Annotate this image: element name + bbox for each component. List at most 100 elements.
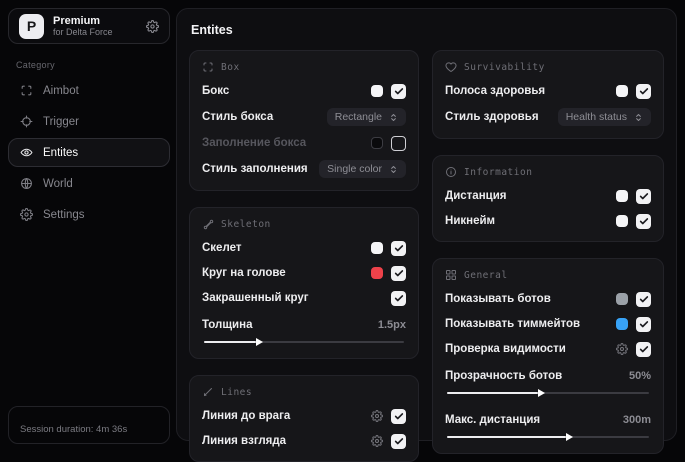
app-logo: P <box>19 13 44 39</box>
grid-icon <box>445 269 457 281</box>
chevrons-up-down-icon <box>634 113 643 122</box>
app-subtitle: for Delta Force <box>53 27 113 38</box>
setting-row-health-bar: Полоса здоровья <box>445 83 651 99</box>
general-section: General Показывать ботов Показывать тимм… <box>432 258 664 454</box>
checkbox[interactable] <box>391 83 407 99</box>
setting-label: Показывать тиммейтов <box>445 318 581 330</box>
checkbox[interactable] <box>391 135 407 151</box>
checkbox[interactable] <box>391 265 407 281</box>
crosshair-icon <box>20 115 33 128</box>
setting-label: Макс. дистанция <box>445 414 541 426</box>
color-swatch[interactable] <box>616 215 628 227</box>
session-duration-label: Session duration: 4m 36s <box>20 423 128 435</box>
sidebar-item-label: Trigger <box>43 115 79 128</box>
color-swatch[interactable] <box>371 267 384 279</box>
color-swatch[interactable] <box>616 190 628 202</box>
chevrons-up-down-icon <box>389 165 398 174</box>
premium-meta: Premium for Delta Force <box>53 15 137 38</box>
fill-style-select[interactable]: Single color <box>319 160 407 178</box>
health-style-select[interactable]: Health status <box>557 108 651 126</box>
checkbox[interactable] <box>636 213 651 229</box>
sidebar-item-entities[interactable]: Entites <box>8 138 170 167</box>
sidebar-nav: Aimbot Trigger Entites World Settings <box>8 76 170 229</box>
page-title: Entites <box>191 23 233 37</box>
color-swatch[interactable] <box>371 137 384 149</box>
checkbox[interactable] <box>391 408 407 424</box>
scan-icon <box>20 84 33 97</box>
box-section: Box Бокс Стиль бокса Rectangle Заполнени… <box>189 50 420 191</box>
section-title: General <box>464 269 508 281</box>
setting-label: Скелет <box>202 242 242 254</box>
setting-label: Заполнение бокса <box>202 137 307 149</box>
thickness-slider-block: Толщина 1.5px <box>202 317 406 346</box>
thickness-slider[interactable] <box>204 341 405 343</box>
gear-icon[interactable] <box>146 19 159 33</box>
setting-label: Проверка видимости <box>445 343 566 355</box>
color-swatch[interactable] <box>371 242 384 254</box>
sidebar-item-world[interactable]: World <box>8 169 170 198</box>
setting-label: Прозрачность ботов <box>445 370 563 382</box>
setting-label: Круг на голове <box>202 267 286 279</box>
bot-opacity-slider[interactable] <box>447 392 649 394</box>
setting-label: Никнейм <box>445 215 496 227</box>
setting-row-fill-style: Стиль заполнения Single color <box>202 160 407 178</box>
gear-icon <box>20 208 33 221</box>
sidebar-item-trigger[interactable]: Trigger <box>8 107 170 136</box>
pencil-icon <box>202 386 214 398</box>
sidebar-item-label: World <box>43 177 73 190</box>
color-swatch[interactable] <box>371 85 384 97</box>
setting-row-skeleton: Скелет <box>202 240 407 256</box>
select-value: Rectangle <box>334 111 383 123</box>
setting-label: Толщина <box>202 319 253 331</box>
sidebar-item-settings[interactable]: Settings <box>8 200 170 229</box>
eye-icon <box>20 146 33 159</box>
color-swatch[interactable] <box>616 85 628 97</box>
info-icon <box>445 166 457 178</box>
slider-fill <box>447 436 567 438</box>
checkbox[interactable] <box>636 188 651 204</box>
sidebar-item-label: Settings <box>43 208 85 221</box>
setting-label: Дистанция <box>445 190 507 202</box>
section-title: Skeleton <box>221 218 271 230</box>
max-distance-slider-block: Макс. дистанция 300m <box>445 412 651 441</box>
main-panel: Entites Box Бокс Стиль бокса Rectangle З… <box>176 8 677 462</box>
color-swatch[interactable] <box>616 293 628 305</box>
setting-label: Стиль здоровья <box>445 111 539 123</box>
gear-icon[interactable] <box>616 343 628 355</box>
chevrons-up-down-icon <box>389 113 398 122</box>
box-style-select[interactable]: Rectangle <box>326 108 407 126</box>
checkbox[interactable] <box>636 291 651 307</box>
setting-label: Линия взгляда <box>202 435 287 447</box>
setting-row-show-teammates: Показывать тиммейтов <box>445 316 651 332</box>
checkbox[interactable] <box>391 433 407 449</box>
checkbox[interactable] <box>636 341 651 357</box>
setting-label: Линия до врага <box>202 410 291 422</box>
color-swatch[interactable] <box>616 318 628 330</box>
setting-row-box-style: Стиль бокса Rectangle <box>202 108 407 126</box>
setting-label: Стиль заполнения <box>202 163 308 175</box>
checkbox[interactable] <box>391 240 407 256</box>
setting-row-box: Бокс <box>202 83 407 99</box>
setting-label: Полоса здоровья <box>445 85 546 97</box>
slider-fill <box>447 392 538 394</box>
setting-row-nickname: Никнейм <box>445 213 651 229</box>
setting-row-head-circle: Круг на голове <box>202 265 407 281</box>
setting-row-vision-line: Линия взгляда <box>202 433 407 449</box>
gear-icon[interactable] <box>371 410 384 422</box>
setting-row-health-style: Стиль здоровья Health status <box>445 108 651 126</box>
max-distance-slider[interactable] <box>447 436 649 438</box>
checkbox[interactable] <box>636 83 651 99</box>
checkbox[interactable] <box>636 316 651 332</box>
gear-icon[interactable] <box>371 435 384 447</box>
sidebar: P Premium for Delta Force Category Aimbo… <box>8 8 170 444</box>
setting-row-enemy-line: Линия до врага <box>202 408 407 424</box>
slider-fill <box>204 341 256 343</box>
information-section: Information Дистанция Никнейм <box>432 155 664 242</box>
select-value: Health status <box>565 111 627 123</box>
checkbox[interactable] <box>391 290 407 306</box>
slider-value: 50% <box>628 370 651 382</box>
setting-row-distance: Дистанция <box>445 188 651 204</box>
setting-label: Закрашенный круг <box>202 292 309 304</box>
sidebar-item-aimbot[interactable]: Aimbot <box>8 76 170 105</box>
setting-row-show-bots: Показывать ботов <box>445 291 651 307</box>
